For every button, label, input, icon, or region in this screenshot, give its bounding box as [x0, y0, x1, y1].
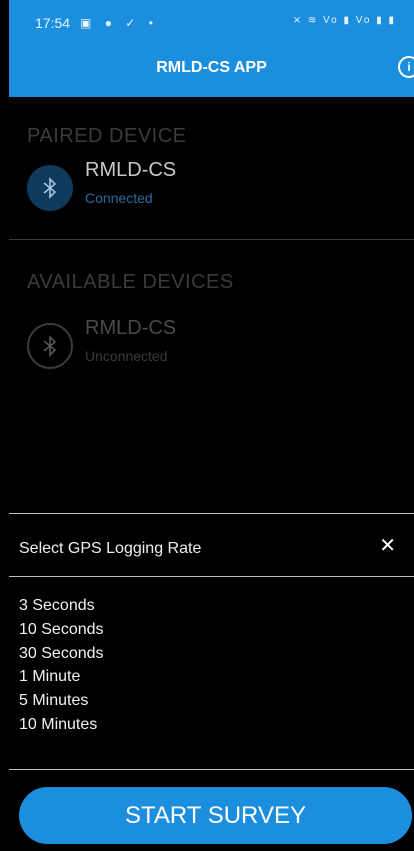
- available-device-item[interactable]: RMLD-CS Unconnected: [27, 317, 176, 369]
- bluetooth-icon: [27, 165, 73, 211]
- close-icon[interactable]: ✕: [379, 533, 396, 558]
- status-time: 17:54: [35, 15, 71, 31]
- picker-top-divider: [9, 513, 414, 514]
- paired-device-item[interactable]: RMLD-CS Connected: [27, 159, 176, 211]
- picker-bottom-divider: [9, 769, 414, 770]
- gps-rate-option[interactable]: 10 Minutes: [19, 716, 97, 734]
- paired-device-text: RMLD-CS Connected: [85, 159, 176, 206]
- available-devices-heading: AVAILABLE DEVICES: [27, 271, 234, 293]
- info-icon[interactable]: i: [398, 56, 414, 78]
- bluetooth-glyph: [43, 335, 57, 357]
- bluetooth-icon: [27, 323, 73, 369]
- gps-rate-option[interactable]: 3 Seconds: [19, 597, 95, 615]
- gps-rate-option[interactable]: 5 Minutes: [19, 692, 88, 710]
- paired-device-name: RMLD-CS: [85, 159, 177, 181]
- gps-rate-option[interactable]: 30 Seconds: [19, 645, 104, 663]
- status-bar: 17:54 ▣ ● ✓ • ⨯ ≋ Vo ▮ Vo ▮ ▮: [9, 0, 414, 46]
- gps-rate-picker-title: Select GPS Logging Rate: [19, 540, 202, 557]
- available-device-name: RMLD-CS: [85, 317, 177, 339]
- available-device-text: RMLD-CS Unconnected: [85, 317, 176, 364]
- signal-icons: ⨯ ≋ Vo ▮ Vo ▮ ▮: [292, 15, 396, 26]
- app-title: RMLD-CS APP: [156, 59, 267, 76]
- app-header: 17:54 ▣ ● ✓ • ⨯ ≋ Vo ▮ Vo ▮ ▮ RMLD-CS AP…: [9, 0, 414, 97]
- gps-rate-option[interactable]: 10 Seconds: [19, 621, 104, 639]
- bluetooth-glyph: [43, 177, 57, 199]
- gps-rate-option[interactable]: 1 Minute: [19, 668, 80, 686]
- paired-device-heading: PAIRED DEVICE: [27, 125, 187, 147]
- main-content: PAIRED DEVICE RMLD-CS Connected AVAILABL…: [9, 97, 414, 851]
- picker-header-divider: [9, 576, 414, 577]
- start-survey-button[interactable]: START SURVEY: [19, 787, 412, 844]
- paired-device-status: Connected: [85, 190, 153, 206]
- divider: [9, 239, 414, 240]
- available-device-status: Unconnected: [85, 348, 168, 364]
- notification-icons: ▣ ● ✓ •: [80, 16, 158, 30]
